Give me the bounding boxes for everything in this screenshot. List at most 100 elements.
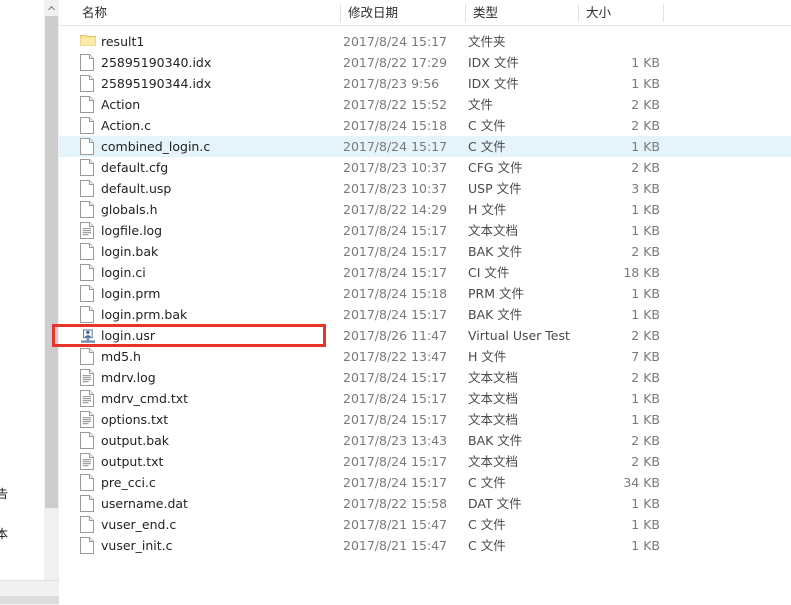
file-name: vuser_end.c — [101, 517, 177, 532]
file-date-modified: 2017/8/22 15:58 — [343, 496, 448, 511]
file-size: 2 KB — [631, 328, 660, 343]
file-row[interactable]: Action.c 2017/8/24 15:18 C 文件 2 KB — [59, 115, 791, 136]
column-divider-4[interactable] — [663, 4, 664, 22]
file-row[interactable]: 25895190344.idx 2017/8/23 9:56 IDX 文件 1 KB — [59, 73, 791, 94]
file-row[interactable]: login.prm 2017/8/24 15:18 PRM 文件 1 KB — [59, 283, 791, 304]
file-row[interactable]: vuser_init.c 2017/8/21 15:47 C 文件 1 KB — [59, 535, 791, 556]
file-size: 1 KB — [631, 55, 660, 70]
file-icon — [80, 96, 96, 113]
clipped-edge-label-1: 告 — [0, 487, 9, 501]
file-name: Action.c — [101, 118, 151, 133]
file-row[interactable]: mdrv_cmd.txt 2017/8/24 15:17 文本文档 1 KB — [59, 388, 791, 409]
file-size: 1 KB — [631, 307, 660, 322]
file-row[interactable]: mdrv.log 2017/8/24 15:17 文本文档 2 KB — [59, 367, 791, 388]
file-date-modified: 2017/8/24 15:17 — [343, 265, 448, 280]
file-row[interactable]: logfile.log 2017/8/24 15:17 文本文档 1 KB — [59, 220, 791, 241]
column-header-type[interactable]: 类型 — [465, 0, 578, 25]
file-type: 文件 — [468, 97, 494, 112]
file-date-modified: 2017/8/22 17:29 — [343, 55, 448, 70]
file-date-modified: 2017/8/24 15:17 — [343, 307, 448, 322]
file-row[interactable]: globals.h 2017/8/22 14:29 H 文件 1 KB — [59, 199, 791, 220]
file-row[interactable]: login.bak 2017/8/24 15:17 BAK 文件 2 KB — [59, 241, 791, 262]
scrollbar-track-bottom[interactable] — [44, 508, 59, 580]
file-row[interactable]: username.dat 2017/8/22 15:58 DAT 文件 1 KB — [59, 493, 791, 514]
vertical-scrollbar[interactable] — [44, 0, 60, 580]
file-row[interactable]: combined_login.c 2017/8/24 15:17 C 文件 1 KB — [59, 136, 791, 157]
file-name: vuser_init.c — [101, 538, 173, 553]
text-file-icon — [80, 390, 96, 407]
file-icon — [80, 306, 96, 323]
file-row[interactable]: login.ci 2017/8/24 15:17 CI 文件 18 KB — [59, 262, 791, 283]
file-name: default.cfg — [101, 160, 169, 175]
file-row[interactable]: Action 2017/8/22 15:52 文件 2 KB — [59, 94, 791, 115]
file-row[interactable]: default.cfg 2017/8/23 10:37 CFG 文件 2 KB — [59, 157, 791, 178]
left-pane-bottom-strip-lower — [0, 596, 59, 604]
column-header-size[interactable]: 大小 — [578, 0, 663, 25]
file-date-modified: 2017/8/24 15:17 — [343, 244, 448, 259]
text-file-icon — [80, 453, 96, 470]
text-file-icon — [80, 222, 96, 239]
file-type: 文本文档 — [468, 454, 519, 469]
file-type: C 文件 — [468, 118, 506, 133]
file-row[interactable]: login.usr 2017/8/26 11:47 Virtual User Tes… — [59, 325, 791, 346]
file-date-modified: 2017/8/24 15:17 — [343, 34, 448, 49]
file-row[interactable]: vuser_end.c 2017/8/21 15:47 C 文件 1 KB — [59, 514, 791, 535]
file-name: login.prm — [101, 286, 161, 301]
file-row[interactable]: default.usp 2017/8/23 10:37 USP 文件 3 KB — [59, 178, 791, 199]
file-icon — [80, 159, 96, 176]
file-date-modified: 2017/8/22 15:52 — [343, 97, 448, 112]
file-row[interactable]: login.prm.bak 2017/8/24 15:17 BAK 文件 1 KB — [59, 304, 791, 325]
file-explorer-list-view: 告 本 名称 修改日期 类型 大小 result1 2017/8/24 15:1… — [0, 0, 791, 605]
column-header-name[interactable]: 名称 — [74, 0, 340, 25]
file-row[interactable]: output.txt 2017/8/24 15:17 文本文档 2 KB — [59, 451, 791, 472]
file-row[interactable]: md5.h 2017/8/22 13:47 H 文件 7 KB — [59, 346, 791, 367]
file-size: 34 KB — [623, 475, 660, 490]
file-date-modified: 2017/8/24 15:17 — [343, 454, 448, 469]
file-name: login.prm.bak — [101, 307, 188, 322]
file-name: 25895190340.idx — [101, 55, 212, 70]
file-date-modified: 2017/8/23 13:43 — [343, 433, 448, 448]
file-type: BAK 文件 — [468, 244, 523, 259]
file-row[interactable]: result1 2017/8/24 15:17 文件夹 — [59, 31, 791, 52]
file-icon — [80, 264, 96, 281]
file-size: 1 KB — [631, 286, 660, 301]
file-row[interactable]: options.txt 2017/8/24 15:17 文本文档 1 KB — [59, 409, 791, 430]
file-icon — [80, 516, 96, 533]
file-type: Virtual User Test — [468, 328, 570, 343]
column-header-date-modified[interactable]: 修改日期 — [340, 0, 465, 25]
file-name: md5.h — [101, 349, 141, 364]
file-type: H 文件 — [468, 349, 507, 364]
file-size: 2 KB — [631, 370, 660, 385]
file-type: DAT 文件 — [468, 496, 522, 511]
file-icon — [80, 243, 96, 260]
file-date-modified: 2017/8/21 15:47 — [343, 538, 448, 553]
file-date-modified: 2017/8/22 14:29 — [343, 202, 448, 217]
column-divider-3[interactable] — [578, 4, 579, 22]
file-date-modified: 2017/8/21 15:47 — [343, 517, 448, 532]
column-divider-1[interactable] — [340, 4, 341, 22]
file-name: login.ci — [101, 265, 146, 280]
file-name: login.usr — [101, 328, 155, 343]
file-date-modified: 2017/8/24 15:17 — [343, 391, 448, 406]
file-name: mdrv_cmd.txt — [101, 391, 189, 406]
file-date-modified: 2017/8/22 13:47 — [343, 349, 448, 364]
file-size: 2 KB — [631, 454, 660, 469]
file-type: C 文件 — [468, 517, 506, 532]
file-size: 1 KB — [631, 412, 660, 427]
file-row[interactable]: 25895190340.idx 2017/8/22 17:29 IDX 文件 1 KB — [59, 52, 791, 73]
file-row[interactable]: output.bak 2017/8/23 13:43 BAK 文件 2 KB — [59, 430, 791, 451]
chevron-up-icon — [47, 5, 56, 11]
file-size: 1 KB — [631, 517, 660, 532]
file-name: pre_cci.c — [101, 475, 156, 490]
scrollbar-thumb[interactable] — [45, 16, 58, 508]
file-type: BAK 文件 — [468, 433, 523, 448]
text-file-icon — [80, 411, 96, 428]
file-icon — [80, 180, 96, 197]
column-divider-2[interactable] — [465, 4, 466, 22]
file-type: C 文件 — [468, 475, 506, 490]
scroll-up-button[interactable] — [44, 0, 59, 15]
file-date-modified: 2017/8/23 10:37 — [343, 181, 448, 196]
file-date-modified: 2017/8/24 15:18 — [343, 286, 448, 301]
file-row[interactable]: pre_cci.c 2017/8/24 15:17 C 文件 34 KB — [59, 472, 791, 493]
file-size: 1 KB — [631, 391, 660, 406]
